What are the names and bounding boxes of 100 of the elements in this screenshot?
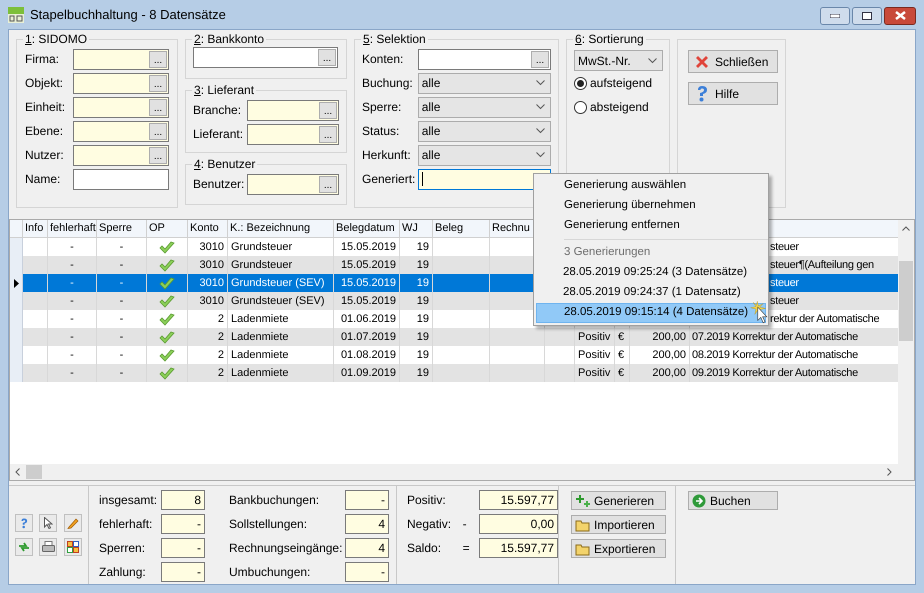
- sign-label: =: [462, 540, 471, 557]
- menu-item[interactable]: 28.05.2019 09:15:14 (4 Datensätze): [536, 303, 766, 323]
- browse-button[interactable]: ...: [318, 49, 336, 66]
- scroll-left-icon: [15, 468, 20, 476]
- swap-arrows-icon: [18, 541, 30, 553]
- menu-item[interactable]: Generierung übernehmen: [534, 196, 768, 216]
- grid-tool-button[interactable]: [64, 538, 82, 556]
- total-label: Positiv:: [407, 492, 447, 509]
- radio-button[interactable]: aufsteigend: [574, 71, 662, 95]
- help-icon: [19, 516, 29, 530]
- browse-button[interactable]: ...: [149, 74, 167, 92]
- scroll-up-icon: [902, 226, 910, 231]
- help-tool-button[interactable]: [15, 514, 33, 532]
- input-field[interactable]: ...: [73, 72, 169, 94]
- tool-button[interactable]: Generieren: [571, 491, 666, 510]
- column-header[interactable]: OP: [147, 220, 188, 237]
- current-row-icon: [14, 278, 18, 288]
- browse-button[interactable]: ...: [149, 98, 167, 116]
- stat-label: Umbuchungen:: [229, 564, 312, 581]
- browse-button[interactable]: ...: [149, 122, 167, 140]
- browse-button[interactable]: ...: [319, 126, 337, 142]
- pointer-tool-button[interactable]: [39, 514, 58, 532]
- input-field[interactable]: ...: [73, 120, 169, 142]
- browse-button[interactable]: ...: [319, 176, 337, 192]
- stat-value: -: [161, 514, 205, 534]
- field-label: Lieferant:: [193, 126, 244, 143]
- column-header[interactable]: Beleg: [433, 220, 490, 237]
- table-cell-text: steuer: [770, 294, 799, 309]
- column-header[interactable]: Sperre: [97, 220, 147, 237]
- scrollbar-thumb[interactable]: [26, 465, 42, 479]
- dropdown[interactable]: MwSt.-Nr.: [574, 50, 663, 71]
- stat-label: fehlerhaft:: [99, 516, 154, 533]
- minimize-button[interactable]: [820, 6, 850, 24]
- input-field[interactable]: ...: [418, 48, 551, 70]
- stat-label: Bankbuchungen:: [229, 492, 320, 509]
- field-label: Branche:: [193, 102, 242, 119]
- table-cell-text: 07.2019 Korrektur der Automatische: [691, 330, 858, 345]
- stat-label: Zahlung:: [99, 564, 147, 581]
- maximize-button[interactable]: [852, 6, 882, 24]
- table-cell: -: [48, 364, 97, 382]
- pointer-icon: [44, 517, 53, 529]
- refresh-tool-button[interactable]: [15, 538, 33, 556]
- post-button[interactable]: Buchen: [688, 491, 778, 510]
- horizontal-scrollbar[interactable]: [10, 464, 914, 480]
- table-cell-text: rektur der Automatische: [770, 312, 880, 327]
- field-label: Nutzer:: [25, 147, 65, 164]
- scroll-right-icon: [887, 468, 892, 476]
- table-row[interactable]: - - 2 Ladenmiete 01.07.2019 19 Positiv € 200,00 07.2019 Korrektur der Automatische: [10, 328, 898, 346]
- total-value: 15.597,77: [478, 490, 558, 510]
- field-label: Einheit:: [25, 99, 66, 116]
- column-header[interactable]: K.: Bezeichnung: [228, 220, 334, 237]
- chevron-down-icon: [536, 152, 545, 158]
- browse-button[interactable]: ...: [149, 146, 167, 164]
- dropdown[interactable]: alle: [418, 96, 551, 118]
- browse-button[interactable]: ...: [531, 50, 549, 68]
- input-field[interactable]: ...: [193, 47, 338, 68]
- tool-button[interactable]: Exportieren: [571, 539, 666, 558]
- table-cell: 200,00: [630, 364, 690, 382]
- dropdown[interactable]: alle: [418, 120, 551, 142]
- column-header[interactable]: Konto: [188, 220, 228, 237]
- print-tool-button[interactable]: [39, 538, 58, 556]
- close-button[interactable]: [884, 6, 916, 24]
- input-field[interactable]: ...: [247, 100, 339, 120]
- input-field[interactable]: ...: [247, 124, 339, 144]
- table-cell-text: steuer¶(Aufteilung gen: [770, 258, 874, 273]
- field-label: Generiert:: [362, 171, 416, 188]
- table-cell-text: 08.2019 Korrektur der Automatische: [691, 348, 858, 363]
- dropdown[interactable]: alle: [418, 72, 551, 94]
- browse-button[interactable]: ...: [319, 102, 337, 118]
- browse-button[interactable]: ...: [149, 50, 167, 68]
- column-header[interactable]: Info: [23, 220, 48, 237]
- input-field[interactable]: ...: [73, 96, 169, 118]
- table-row[interactable]: - - 2 Ladenmiete 01.09.2019 19 Positiv € 200,00 09.2019 Korrektur der Automatische: [10, 364, 898, 382]
- total-value: 15.597,77: [478, 538, 558, 558]
- dropdown[interactable]: alle: [418, 144, 551, 166]
- pencil-tool-button[interactable]: [64, 514, 82, 532]
- stat-value: 4: [345, 538, 389, 558]
- table-cell: Positiv: [575, 364, 615, 382]
- column-header[interactable]: WJ: [400, 220, 433, 237]
- input-field[interactable]: ...: [73, 48, 169, 70]
- stat-value: -: [161, 538, 205, 558]
- scrollbar-thumb[interactable]: [899, 261, 913, 341]
- vertical-scrollbar[interactable]: [898, 220, 914, 464]
- input-field[interactable]: ...: [73, 144, 169, 166]
- field-label: Konten:: [362, 51, 404, 68]
- group-title: 3: Lieferant: [192, 83, 256, 97]
- input-field[interactable]: [73, 168, 169, 190]
- chevron-down-icon: [648, 58, 657, 64]
- column-header[interactable]: fehlerhaft: [48, 220, 97, 237]
- input-field[interactable]: [418, 168, 551, 190]
- chevron-down-icon: [536, 80, 545, 86]
- action-button[interactable]: Hilfe: [688, 82, 778, 105]
- radio-button[interactable]: absteigend: [574, 95, 662, 119]
- menu-item[interactable]: Generierung auswählen: [534, 176, 768, 196]
- action-button[interactable]: Schließen: [688, 50, 778, 73]
- column-header[interactable]: Belegdatum: [334, 220, 400, 237]
- input-field[interactable]: ...: [247, 174, 339, 194]
- tool-button[interactable]: Importieren: [571, 515, 666, 534]
- chevron-down-icon: [536, 104, 545, 110]
- restore-icon: [862, 12, 872, 20]
